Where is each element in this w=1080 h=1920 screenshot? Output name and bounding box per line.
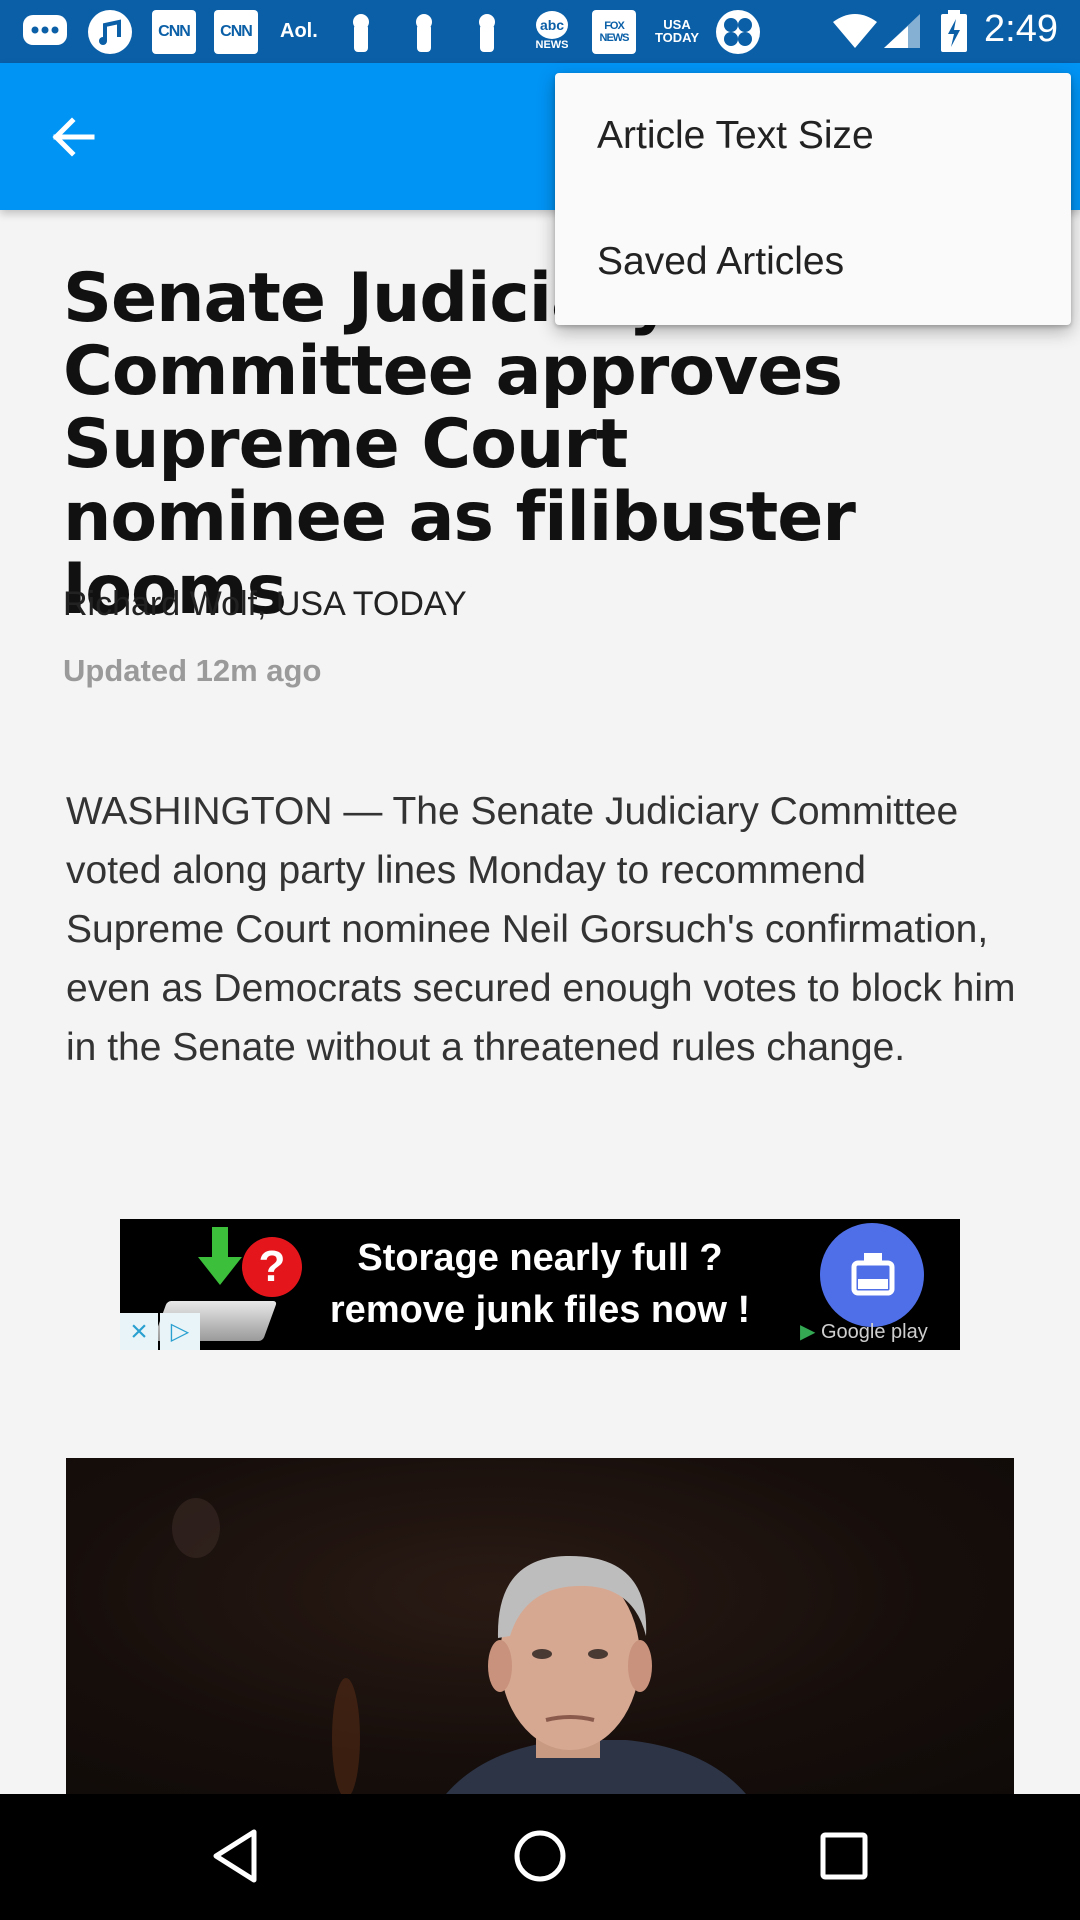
fox-news-label: FOX NEWS bbox=[599, 20, 630, 44]
cnn-icon: CNN bbox=[214, 10, 258, 54]
cnn-icon: CNN bbox=[152, 10, 196, 54]
ad-subline: remove junk files now ! bbox=[329, 1289, 751, 1331]
clock: 2:49 bbox=[984, 8, 1058, 50]
keyhole-icon bbox=[476, 10, 498, 52]
status-bar: CNN CNN Aol. abc NEWS FOX NEWS USA TODAY… bbox=[0, 0, 1080, 63]
cleaner-app-icon bbox=[820, 1223, 924, 1327]
arrow-back-icon bbox=[52, 117, 95, 157]
question-icon: ? bbox=[242, 1237, 302, 1297]
home-circle-icon bbox=[514, 1830, 566, 1882]
ad-headline: Storage nearly full ? bbox=[357, 1237, 723, 1279]
abc-news-label: NEWS bbox=[535, 39, 569, 51]
download-arrow-icon bbox=[198, 1227, 242, 1285]
play-store-icon: ▶ bbox=[800, 1321, 816, 1343]
menu-item-saved-articles[interactable]: Saved Articles bbox=[555, 199, 1071, 325]
wifi-icon bbox=[832, 10, 878, 52]
nav-back-button[interactable] bbox=[204, 1824, 268, 1888]
ad-banner[interactable]: ? Storage nearly full ? remove junk file… bbox=[120, 1219, 960, 1350]
abc-news-icon: abc NEWS bbox=[532, 10, 572, 52]
aol-icon: Aol. bbox=[280, 10, 318, 52]
article-updated-time: Updated 12m ago bbox=[63, 653, 322, 688]
messages-icon bbox=[22, 10, 68, 52]
music-app-icon bbox=[88, 10, 132, 54]
nav-home-button[interactable] bbox=[508, 1824, 572, 1888]
cell-signal-icon bbox=[882, 10, 922, 52]
cnn-label: CNN bbox=[158, 23, 191, 40]
app-icon bbox=[716, 10, 760, 54]
article-image bbox=[66, 1458, 1014, 1794]
menu-item-article-text-size[interactable]: Article Text Size bbox=[555, 73, 1071, 199]
article-photo bbox=[172, 1498, 746, 1794]
keyhole-icon bbox=[350, 10, 372, 52]
fox-news-icon: FOX NEWS bbox=[592, 10, 636, 54]
system-nav-bar bbox=[0, 1794, 1080, 1920]
back-button[interactable] bbox=[40, 103, 108, 171]
overflow-menu: Article Text Size Saved Articles bbox=[555, 73, 1071, 325]
keyhole-icon bbox=[413, 10, 435, 52]
google-play-label: Google play bbox=[820, 1321, 928, 1343]
article-byline: Richard Wolf, USA TODAY bbox=[63, 585, 467, 623]
back-triangle-icon bbox=[213, 1829, 257, 1883]
ad-close-button[interactable]: × bbox=[120, 1313, 158, 1350]
abc-label: abc bbox=[536, 11, 568, 39]
cnn-label: CNN bbox=[220, 23, 253, 40]
aol-label: Aol. bbox=[280, 19, 318, 42]
battery-charging-icon bbox=[940, 10, 968, 52]
article-body: WASHINGTON — The Senate Judiciary Commit… bbox=[66, 790, 1016, 1069]
usa-today-label: USA TODAY bbox=[654, 17, 700, 45]
google-play-badge: ▶ Google play bbox=[800, 1319, 928, 1344]
nav-recents-button[interactable] bbox=[812, 1824, 876, 1888]
usa-today-icon: USA TODAY bbox=[652, 10, 702, 52]
adchoices-icon[interactable]: ▷ bbox=[160, 1313, 200, 1350]
recents-square-icon bbox=[820, 1832, 868, 1880]
